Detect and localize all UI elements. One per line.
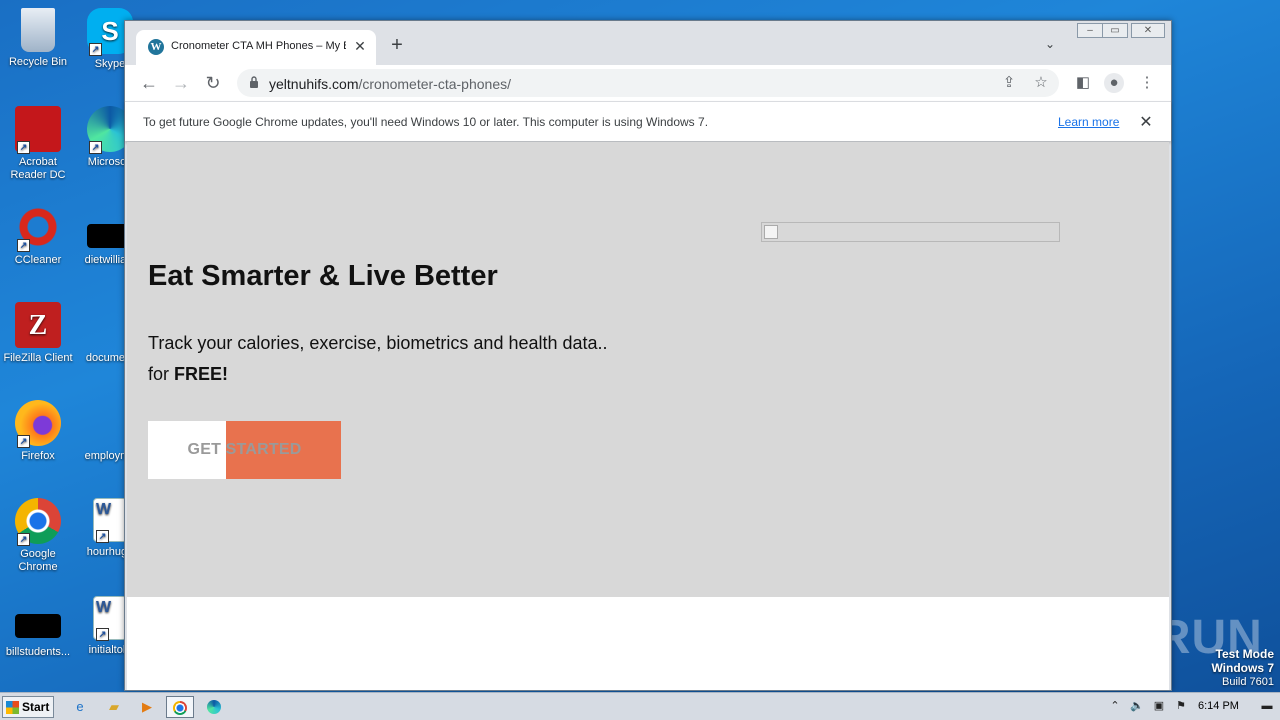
windows-logo-icon (6, 701, 19, 714)
close-window-button[interactable]: ✕ (1131, 23, 1165, 38)
url-text: yeltnuhifs.com/cronometer-cta-phones/ (269, 76, 511, 92)
url-path: /cronometer-cta-phones/ (358, 76, 512, 92)
desktop-icon-label: FileZilla Client (3, 352, 73, 364)
start-button[interactable]: Start (2, 696, 54, 718)
ccleaner-icon: ↗ (15, 204, 61, 252)
update-infobar: To get future Google Chrome updates, you… (125, 101, 1171, 141)
show-desktop-icon[interactable]: ▬ (1260, 699, 1274, 713)
shortcut-arrow-icon: ↗ (17, 435, 30, 448)
desktop-icon-label: Recycle Bin (8, 56, 68, 68)
desktop-icon-ccleaner[interactable]: ↗ CCleaner (0, 204, 76, 267)
shortcut-arrow-icon: ↗ (96, 628, 109, 641)
forward-button[interactable]: → (169, 71, 193, 95)
broken-image (761, 222, 1060, 242)
acrobat-icon: ↗ (15, 106, 61, 154)
desktop-icon-acrobat[interactable]: ↗ Acrobat Reader DC (0, 106, 76, 182)
hero-subtext: Track your calories, exercise, biometric… (148, 328, 608, 390)
taskbar-explorer-icon[interactable]: ▰ (100, 696, 128, 718)
chrome-icon: ↗ (15, 498, 61, 546)
browser-toolbar: ← → ↻ yeltnuhifs.com/cronometer-cta-phon… (125, 65, 1171, 101)
test-mode-notice: Test Mode Windows 7 Build 7601 (1211, 647, 1274, 689)
desktop-icon-recycle-bin[interactable]: Recycle Bin (0, 8, 76, 69)
desktop-icon-billstudents[interactable]: billstudents... (0, 614, 76, 659)
shortcut-arrow-icon: ↗ (17, 141, 30, 154)
maximize-button[interactable]: ▭ (1102, 23, 1128, 38)
tab-active[interactable]: W Cronometer CTA MH Phones – My Bl ✕ (136, 30, 376, 65)
tab-strip: W Cronometer CTA MH Phones – My Bl ✕ + ⌄… (125, 21, 1171, 65)
bookmark-star-icon[interactable]: ☆ (1031, 73, 1051, 93)
shortcut-arrow-icon: ↗ (89, 141, 102, 154)
page-viewport: Eat Smarter & Live Better Track your cal… (127, 142, 1169, 690)
taskbar-media-player-icon[interactable]: ▶ (133, 696, 161, 718)
hero-subtext-line1: Track your calories, exercise, biometric… (148, 333, 608, 353)
lock-icon (250, 76, 258, 88)
desktop-icon-label: Google Chrome (18, 548, 58, 573)
desktop-icon-firefox[interactable]: ↗ Firefox (0, 400, 76, 463)
infobar-close-icon[interactable]: ✕ (1137, 112, 1155, 132)
profile-avatar-icon[interactable]: ● (1104, 73, 1124, 93)
new-tab-button[interactable]: + (387, 35, 407, 55)
word-doc-icon: W ↗ (93, 498, 127, 543)
subtext-free: FREE! (174, 364, 229, 384)
hero-section: Eat Smarter & Live Better Track your cal… (127, 142, 1169, 597)
hero-headline: Eat Smarter & Live Better (148, 260, 498, 292)
clock[interactable]: 6:14 PM (1198, 700, 1239, 712)
shortcut-arrow-icon: ↗ (96, 530, 109, 543)
start-label: Start (22, 700, 50, 714)
desktop-icon-label: Skype (94, 58, 126, 70)
broken-image-icon (764, 225, 778, 239)
get-started-label: GET STARTED (187, 441, 302, 458)
recycle-bin-icon (21, 8, 55, 52)
share-icon[interactable]: ⇪ (999, 73, 1019, 93)
file-icon (15, 614, 61, 638)
get-started-button[interactable]: GET STARTED (148, 421, 341, 479)
shortcut-arrow-icon: ↗ (89, 43, 102, 56)
test-mode-line2: Windows 7 (1211, 661, 1274, 675)
desktop-icon-filezilla[interactable]: Z FileZilla Client (0, 302, 76, 365)
test-mode-line1: Test Mode (1215, 647, 1274, 661)
menu-kebab-icon[interactable]: ⋮ (1137, 73, 1157, 93)
desktop-icon-label: Acrobat Reader DC (10, 156, 66, 181)
wordpress-favicon-icon: W (148, 39, 164, 55)
url-host: yeltnuhifs.com (269, 76, 359, 92)
back-button[interactable]: ← (137, 71, 161, 95)
address-bar[interactable]: yeltnuhifs.com/cronometer-cta-phones/ ⇪ … (237, 69, 1059, 97)
tray-expand-icon[interactable]: ⌃ (1108, 699, 1122, 713)
tab-title: Cronometer CTA MH Phones – My Bl (171, 40, 346, 52)
shortcut-arrow-icon: ↗ (17, 239, 30, 252)
taskbar-edge-icon[interactable] (200, 696, 228, 718)
chrome-window: W Cronometer CTA MH Phones – My Bl ✕ + ⌄… (124, 20, 1172, 691)
network-icon[interactable]: ▣ (1152, 699, 1166, 713)
learn-more-link[interactable]: Learn more (1058, 115, 1119, 129)
subtext-prefix: for (148, 364, 175, 384)
taskbar-ie-icon[interactable]: e (66, 696, 94, 718)
reload-button[interactable]: ↻ (201, 71, 225, 95)
desktop-icon-chrome[interactable]: ↗ Google Chrome (0, 498, 76, 574)
taskbar: Start e ▰ ▶ ⌃ 🔈 ▣ ⚑ 6:14 PM ▬ (0, 692, 1280, 720)
hero-subtext-line2: for FREE! (148, 359, 608, 390)
system-tray: ⌃ 🔈 ▣ ⚑ 6:14 PM ▬ (1100, 693, 1280, 720)
desktop-icon-label: billstudents... (5, 646, 71, 658)
side-panel-icon[interactable]: ◧ (1073, 73, 1093, 93)
infobar-message: To get future Google Chrome updates, you… (143, 115, 709, 129)
desktop-icon-label: Firefox (21, 450, 55, 462)
filezilla-icon: Z (15, 302, 61, 348)
minimize-button[interactable]: – (1077, 23, 1103, 38)
volume-icon[interactable]: 🔈 (1130, 699, 1144, 713)
word-doc-icon: W ↗ (93, 596, 127, 641)
shortcut-arrow-icon: ↗ (17, 533, 30, 546)
firefox-icon: ↗ (15, 400, 61, 448)
action-center-flag-icon[interactable]: ⚑ (1174, 699, 1188, 713)
tab-search-chevron-icon[interactable]: ⌄ (1045, 37, 1061, 53)
taskbar-chrome-icon[interactable] (166, 696, 194, 718)
tab-close-icon[interactable]: ✕ (352, 38, 368, 54)
desktop-icon-label: CCleaner (14, 254, 62, 266)
test-mode-line3: Build 7601 (1222, 676, 1274, 688)
